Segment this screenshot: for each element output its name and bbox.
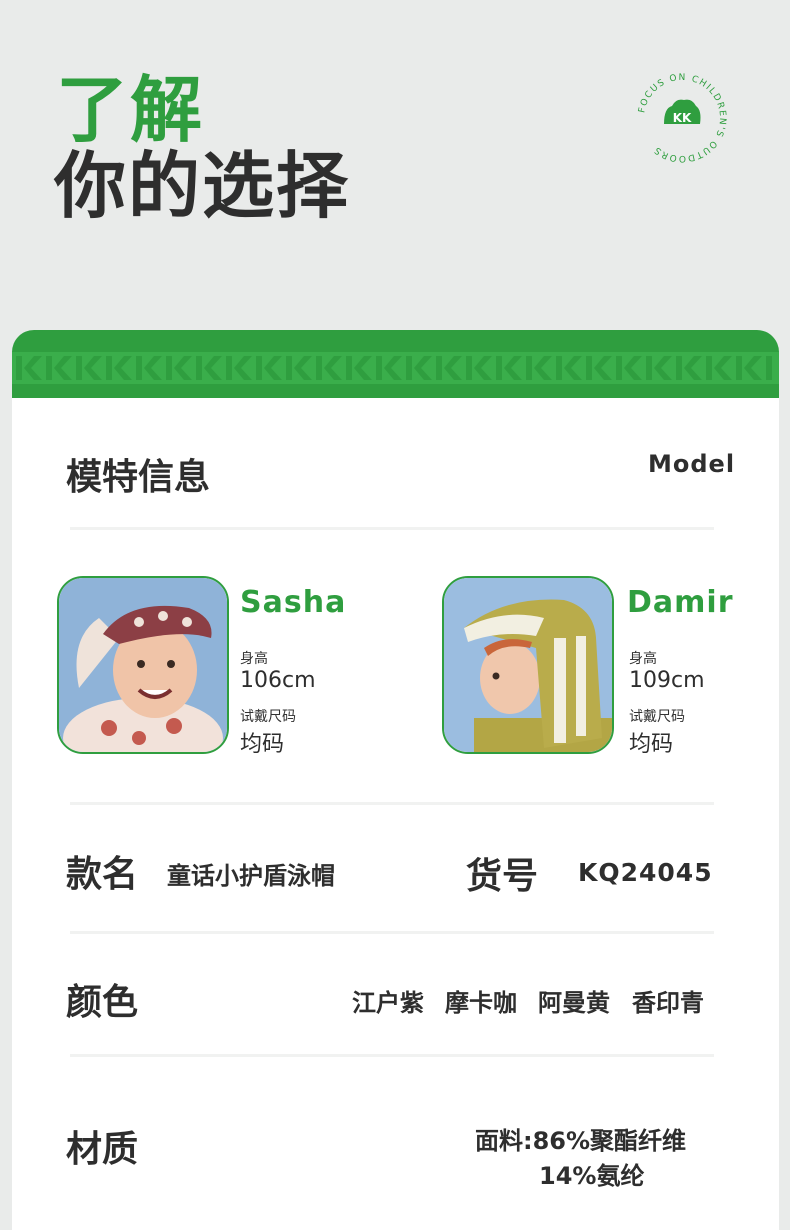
color-option-2: 阿曼黄: [538, 989, 610, 1017]
material-line-1: 面料:86%聚酯纤维: [475, 1127, 687, 1155]
color-option-3: 香印青: [632, 989, 704, 1017]
brand-badge-icon: FOCUS ON CHILDREN'S OUTDOORS KK: [637, 73, 725, 163]
model-photo-sasha-image: [59, 578, 227, 752]
material-line-2: 14%氨纶: [539, 1162, 645, 1190]
color-label: 颜色: [66, 982, 139, 1023]
info-card: 模特信息 Model Sasha 身高 106cm 试戴尺码 均码 Damir …: [12, 330, 779, 1230]
heading-your-choice: 你的选择: [54, 144, 351, 228]
model-height-value: 106cm: [240, 668, 316, 693]
model-size-label: 试戴尺码: [629, 709, 685, 725]
divider: [70, 802, 714, 805]
model-size-value: 均码: [240, 732, 285, 757]
sku-label: 货号: [466, 856, 539, 897]
model-photo-sasha: [57, 576, 229, 754]
model-name-sasha: Sasha: [240, 585, 347, 620]
model-height-label: 身高: [240, 651, 268, 667]
model-english-label: Model: [648, 450, 736, 478]
model-name-damir: Damir: [627, 585, 734, 620]
product-name-label: 款名: [66, 854, 139, 895]
color-option-0: 江户紫: [352, 989, 424, 1017]
model-height-value: 109cm: [629, 668, 705, 693]
product-name-value: 童话小护盾泳帽: [167, 862, 335, 890]
card-header-band: [12, 330, 779, 398]
model-info-title: 模特信息: [66, 457, 211, 498]
material-label: 材质: [66, 1129, 139, 1170]
divider: [70, 527, 714, 530]
color-option-1: 摩卡咖: [445, 989, 517, 1017]
model-photo-damir: [442, 576, 614, 754]
model-size-label: 试戴尺码: [240, 709, 296, 725]
kk-pattern: [16, 356, 772, 380]
model-size-value: 均码: [629, 732, 674, 757]
divider: [70, 931, 714, 934]
divider: [70, 1054, 714, 1057]
model-height-label: 身高: [629, 651, 657, 667]
heading-understand: 了解: [56, 68, 205, 152]
sku-value: KQ24045: [578, 858, 713, 887]
badge-logo-text: KK: [673, 111, 692, 125]
model-photo-damir-image: [444, 578, 612, 752]
